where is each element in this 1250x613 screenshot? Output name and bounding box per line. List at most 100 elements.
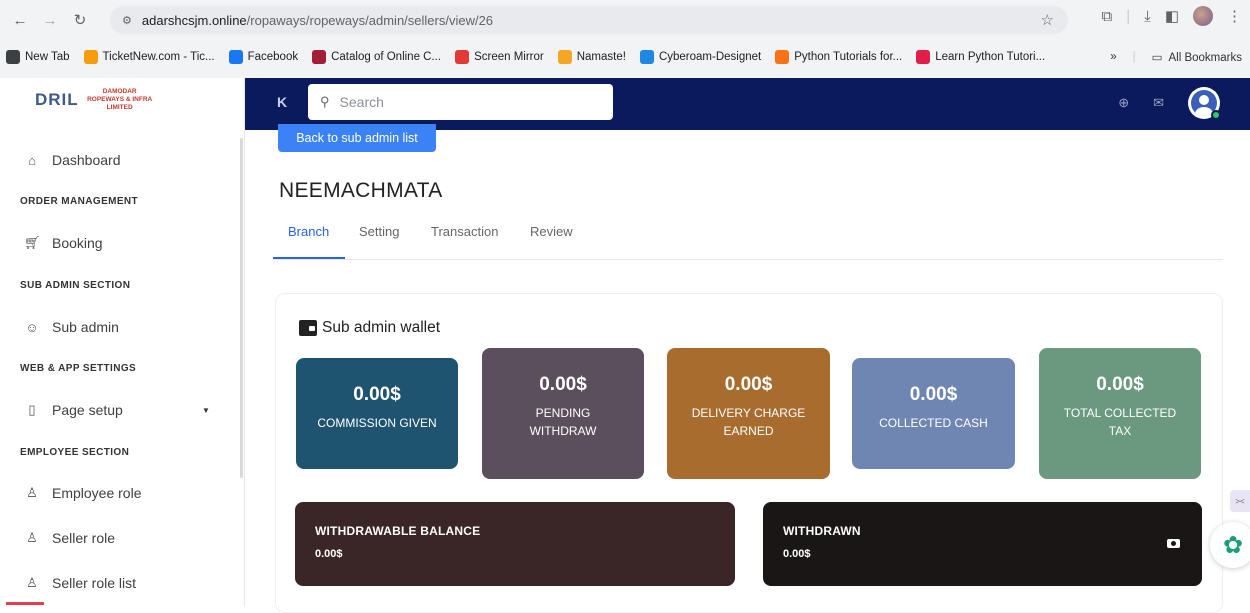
- search-input[interactable]: ⚲ Search: [308, 84, 613, 120]
- users-icon: ☺: [25, 319, 39, 335]
- app: DRIL DAMODAR ROPEWAYS & INFRA LIMITED ⌂ …: [0, 78, 1250, 613]
- sidebar-item-label: Booking: [52, 235, 103, 251]
- sidebar-item-label: Page setup: [52, 402, 123, 418]
- toolbar-actions: ⧉ | ⤓ ◧ ⋮: [1102, 6, 1242, 26]
- section-web-app-settings: WEB & APP SETTINGS: [20, 363, 137, 374]
- bookmark-item[interactable]: Python Tutorials for...: [775, 50, 902, 64]
- stat-total-collected-tax: 0.00$ TOTAL COLLECTED TAX: [1039, 348, 1201, 479]
- people-group-icon: ♙: [26, 530, 38, 545]
- bookmark-item[interactable]: Screen Mirror: [455, 50, 544, 64]
- address-bar[interactable]: ⚙ adarshcsjm.online/ropaways/ropeways/ad…: [110, 6, 1068, 34]
- bookmark-item[interactable]: Learn Python Tutori...: [916, 50, 1045, 64]
- toolbar-divider: |: [1126, 7, 1131, 25]
- sidebar: DRIL DAMODAR ROPEWAYS & INFRA LIMITED ⌂ …: [0, 78, 245, 607]
- shield-icon: [312, 50, 327, 64]
- page-title: NEEMACHMATA: [279, 179, 443, 202]
- bookmark-item[interactable]: New Tab: [6, 50, 70, 64]
- bookmark-label: Namaste!: [576, 51, 626, 63]
- mirror-icon: [455, 50, 470, 64]
- online-status-dot: [1211, 110, 1221, 120]
- sidebar-item-sub-admin[interactable]: ☺ Sub admin: [24, 319, 119, 335]
- withdrawable-balance-card: WITHDRAWABLE BALANCE 0.00$: [295, 502, 735, 586]
- topbar: K ⚲ Search ⊕ ✉: [245, 78, 1250, 130]
- cyberoam-icon: [639, 50, 654, 64]
- stat-label: DELIVERY CHARGE EARNED: [691, 406, 806, 438]
- stat-delivery-charge-earned: 0.00$ DELIVERY CHARGE EARNED: [667, 348, 830, 479]
- back-to-list-button[interactable]: Back to sub admin list: [278, 124, 436, 152]
- logo-company-name: DAMODAR ROPEWAYS & INFRA LIMITED: [87, 88, 153, 111]
- cash-icon: [1167, 539, 1180, 548]
- extension-side-tab[interactable]: ><: [1230, 490, 1250, 512]
- bookmark-item[interactable]: Namaste!: [557, 50, 626, 64]
- sidebar-item-label: Sub admin: [52, 319, 119, 335]
- sidebar-item-seller-role-list[interactable]: ♙ Seller role list: [24, 575, 136, 591]
- sidebar-item-label: Seller role list: [52, 575, 137, 591]
- bookmarks-bar-right: » | ▭ All Bookmarks: [1110, 42, 1242, 72]
- site-settings-icon[interactable]: ⚙: [122, 14, 132, 27]
- withdrawn-card: WITHDRAWN 0.00$: [763, 502, 1202, 586]
- side-panel-icon[interactable]: ◧: [1165, 7, 1179, 25]
- python-icon: [775, 50, 790, 64]
- tab-branch[interactable]: Branch: [288, 224, 329, 239]
- ticket-icon: [83, 50, 98, 64]
- assistant-extension-icon[interactable]: ✿: [1210, 522, 1250, 568]
- browser-menu-icon[interactable]: ⋮: [1227, 7, 1242, 25]
- extensions-icon[interactable]: ⧉: [1102, 8, 1113, 25]
- wallet-heading: Sub admin wallet: [299, 319, 440, 337]
- stat-pending-withdraw: 0.00$ PENDING WITHDRAW: [482, 348, 644, 479]
- all-bookmarks-button[interactable]: ▭ All Bookmarks: [1152, 50, 1242, 64]
- chevron-down-icon[interactable]: ▼: [202, 406, 210, 415]
- sidebar-item-seller-role[interactable]: ♙ Seller role: [24, 530, 115, 546]
- bookmark-item[interactable]: TicketNew.com - Tic...: [83, 50, 215, 64]
- more-bookmarks-button[interactable]: »: [1110, 51, 1116, 63]
- bookmark-label: Facebook: [247, 51, 299, 63]
- bookmark-star-icon[interactable]: ☆: [1041, 11, 1054, 29]
- bookmark-item[interactable]: Facebook: [228, 50, 299, 64]
- facebook-icon: [228, 50, 243, 64]
- section-order-management: ORDER MANAGEMENT: [20, 196, 139, 207]
- user-avatar[interactable]: [1188, 87, 1221, 120]
- tab-review[interactable]: Review: [530, 224, 573, 239]
- tab-transaction[interactable]: Transaction: [431, 224, 498, 239]
- withdrawn-value: 0.00$: [783, 548, 811, 560]
- globe-icon[interactable]: ⊕: [1118, 95, 1129, 111]
- mail-icon[interactable]: ✉: [1153, 95, 1164, 111]
- sidebar-scrollbar[interactable]: [240, 138, 243, 478]
- bookmark-item[interactable]: Catalog of Online C...: [312, 50, 441, 64]
- v-icon: [916, 50, 931, 64]
- section-employee: EMPLOYEE SECTION: [20, 447, 130, 458]
- browser-chrome: ← → ↻ ⚙ adarshcsjm.online/ropaways/ropew…: [0, 0, 1250, 78]
- bookmark-item[interactable]: Cyberoam-Designet: [639, 50, 761, 64]
- withdrawable-balance-value: 0.00$: [315, 548, 343, 560]
- logo[interactable]: DRIL DAMODAR ROPEWAYS & INFRA LIMITED: [35, 88, 155, 112]
- globe-icon: [6, 50, 20, 64]
- forward-arrow-icon[interactable]: →: [36, 6, 64, 34]
- stat-label: TOTAL COLLECTED TAX: [1063, 406, 1177, 438]
- search-placeholder: Search: [339, 94, 384, 110]
- back-arrow-icon[interactable]: ←: [6, 6, 34, 34]
- withdrawable-balance-label: WITHDRAWABLE BALANCE: [315, 524, 481, 538]
- reload-icon[interactable]: ↻: [66, 6, 94, 34]
- sidebar-item-employee-role[interactable]: ♙ Employee role: [24, 485, 141, 501]
- sidebar-item-dashboard[interactable]: ⌂ Dashboard: [24, 152, 121, 168]
- bookmark-label: Learn Python Tutori...: [935, 51, 1046, 63]
- stat-label: COLLECTED CASH: [879, 416, 988, 430]
- tab-setting[interactable]: Setting: [359, 224, 399, 239]
- sidebar-item-page-setup[interactable]: ▯ Page setup: [24, 402, 123, 418]
- bookmarks-divider: |: [1132, 51, 1136, 63]
- sidebar-item-booking[interactable]: 🛒︎ Booking: [24, 235, 103, 251]
- url-path: /ropaways/ropeways/admin/sellers/view/26: [246, 12, 494, 28]
- stat-commission-given: 0.00$ COMMISSION GIVEN: [296, 358, 458, 469]
- wallet-card: Sub admin wallet 0.00$ COMMISSION GIVEN …: [275, 293, 1223, 613]
- sidebar-item-label: Seller role: [52, 530, 116, 546]
- profile-avatar[interactable]: [1193, 6, 1213, 26]
- stat-value: 0.00$: [1096, 374, 1144, 395]
- bookmark-label: TicketNew.com - Tic...: [102, 51, 215, 63]
- page-icon: ▯: [28, 402, 36, 417]
- stat-value: 0.00$: [724, 374, 773, 395]
- collapse-sidebar-icon[interactable]: K: [277, 94, 287, 110]
- sidebar-item-label: Dashboard: [52, 152, 121, 168]
- wallet-icon: [299, 320, 317, 336]
- download-icon[interactable]: ⤓: [1144, 8, 1151, 25]
- topbar-actions: ⊕ ✉: [1118, 87, 1221, 120]
